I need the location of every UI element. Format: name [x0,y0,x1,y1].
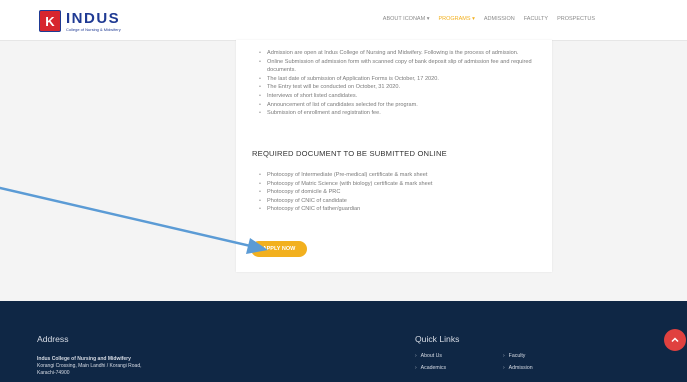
address-line-2: Karachi-74900 [37,370,70,376]
nav-faculty[interactable]: FACULTY [524,16,548,22]
chevron-right-icon: › [415,365,417,371]
required-documents-heading: REQUIRED DOCUMENT TO BE SUBMITTED ONLINE [252,149,447,158]
list-item: Photocopy of CNIC of candidate [259,197,544,206]
main-nav: ABOUT ICONAM ▾ PROGRAMS ▾ ADMISSION FACU… [383,16,595,22]
list-item: Photocopy of CNIC of father/guardian [259,205,544,214]
nav-prospectus[interactable]: PROSPECTUS [557,16,595,22]
required-documents-list: Photocopy of Intermediate (Pre-medical) … [259,171,544,214]
logo-title: INDUS [66,9,121,27]
quick-links-heading: Quick Links [415,334,460,344]
chevron-right-icon: › [503,365,505,371]
address-heading: Address [37,334,69,344]
chevron-up-icon [671,337,679,343]
footer-link-about[interactable]: › About Us [415,353,442,359]
nav-admission[interactable]: ADMISSION [484,16,515,22]
admission-process-list: Admission are open at Indus College of N… [259,49,544,118]
list-item: Submission of enrollment and registratio… [259,109,544,118]
list-item: Photocopy of Intermediate (Pre-medical) … [259,171,544,180]
list-item: Photocopy of domicile & PRC [259,188,544,197]
scroll-to-top-button[interactable] [664,329,686,351]
list-item: Interviews of short listed candidates. [259,92,544,101]
logo-mark-icon: K [39,10,61,32]
apply-now-button[interactable]: APPLY NOW [251,241,307,257]
list-item: Online Submission of admission form with… [259,58,544,75]
site-footer: Address Indus College of Nursing and Mid… [0,301,687,382]
chevron-right-icon: › [415,353,417,359]
list-item: Admission are open at Indus College of N… [259,49,544,58]
nav-programs[interactable]: PROGRAMS ▾ [438,16,474,22]
footer-link-admission[interactable]: › Admission [503,365,533,371]
site-logo[interactable]: K INDUS College of Nursing & Midwifery [39,9,121,33]
address-line-1: Korangi Crossing, Main Landhi / Korangi … [37,363,142,369]
list-item: The last date of submission of Applicati… [259,75,544,84]
list-item: Announcement of list of candidates selec… [259,101,544,110]
address-name: Indus College of Nursing and Midwifery [37,356,131,362]
chevron-right-icon: › [503,353,505,359]
admission-card: Admission are open at Indus College of N… [236,40,552,272]
list-item: Photocopy of Matric Science (with biolog… [259,180,544,189]
footer-link-faculty[interactable]: › Faculty [503,353,525,359]
site-header: K INDUS College of Nursing & Midwifery A… [0,0,687,41]
footer-link-academics[interactable]: › Academics [415,365,446,371]
list-item: The Entry test will be conducted on Octo… [259,83,544,92]
logo-subtitle: College of Nursing & Midwifery [66,26,121,32]
nav-about[interactable]: ABOUT ICONAM ▾ [383,16,430,22]
